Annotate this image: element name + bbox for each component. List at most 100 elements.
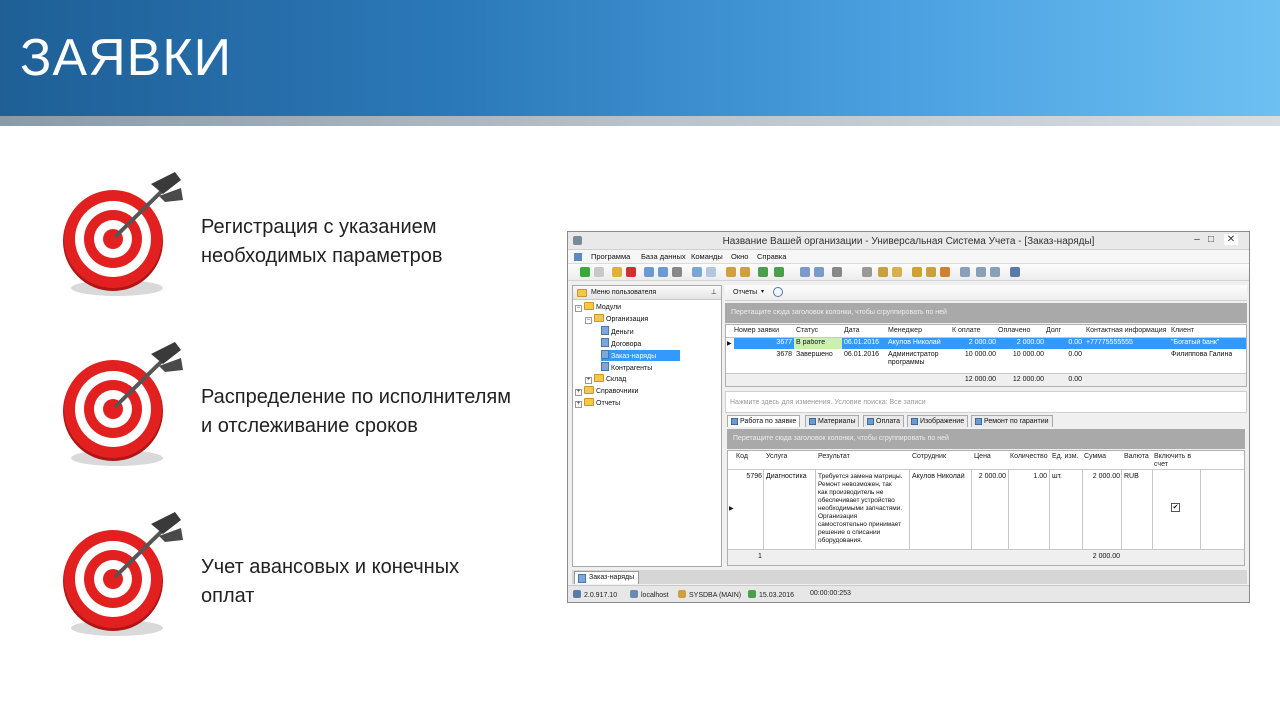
pin-icon[interactable]: ⊥ xyxy=(711,288,717,296)
column-header[interactable]: Клиент xyxy=(1171,327,1194,334)
tab-work[interactable]: Работа по заявке xyxy=(727,415,801,427)
chevron-down-icon[interactable]: ▾ xyxy=(761,288,764,295)
column-header[interactable]: Статус xyxy=(796,327,818,334)
lock-icon[interactable] xyxy=(912,267,922,277)
document-icon xyxy=(601,362,609,371)
calendar-icon[interactable] xyxy=(960,267,970,277)
clock-icon[interactable] xyxy=(773,287,783,297)
cell: Завершено xyxy=(796,351,833,358)
users-icon[interactable] xyxy=(926,267,936,277)
column-header[interactable]: Дата xyxy=(844,327,860,334)
collapse-icon[interactable]: − xyxy=(575,305,582,312)
total-cell: 12 000.00 xyxy=(1012,376,1044,383)
cell: Акулов Николай xyxy=(912,473,965,480)
tab-label: Ремонт по гарантии xyxy=(984,418,1049,425)
menu-item[interactable]: Команды xyxy=(691,252,723,261)
comment-icon[interactable] xyxy=(706,267,716,277)
column-header[interactable]: Результат xyxy=(818,453,850,460)
include-checkbox[interactable]: ✔ xyxy=(1171,503,1180,512)
sort-desc-icon[interactable] xyxy=(740,267,750,277)
tree-label: Справочники xyxy=(596,388,639,395)
column-header[interactable]: Сотрудник xyxy=(912,453,946,460)
menu-item[interactable]: Программа xyxy=(591,252,630,261)
reports-button[interactable]: Отчеты xyxy=(733,289,757,296)
column-header[interactable]: Включить в xyxy=(1154,453,1191,460)
column-header[interactable]: Цена xyxy=(974,453,991,460)
window-icon[interactable] xyxy=(800,267,810,277)
column-header[interactable]: Услуга xyxy=(766,453,787,460)
result-line: Ремонт невозможен, так xyxy=(818,481,892,488)
search-icon[interactable] xyxy=(644,267,654,277)
tab-icon xyxy=(809,418,816,425)
column-header[interactable]: Код xyxy=(736,453,748,460)
note-icon[interactable] xyxy=(892,267,902,277)
menu-item[interactable]: Окно xyxy=(731,252,748,261)
tab-warranty[interactable]: Ремонт по гарантии xyxy=(971,415,1053,427)
collapse-icon[interactable]: − xyxy=(585,317,592,324)
expand-icon[interactable]: + xyxy=(575,389,582,396)
chart-icon[interactable] xyxy=(692,267,702,277)
window2-icon[interactable] xyxy=(814,267,824,277)
sort-icon[interactable] xyxy=(726,267,736,277)
minimize-icon[interactable]: – xyxy=(1190,234,1204,245)
tree-node-organization[interactable]: − Организация xyxy=(585,314,648,325)
expand-icon[interactable]: + xyxy=(585,377,592,384)
refresh-icon[interactable] xyxy=(758,267,768,277)
import-icon[interactable] xyxy=(774,267,784,277)
settings-icon[interactable] xyxy=(940,267,950,277)
maximize-icon[interactable]: □ xyxy=(1204,234,1218,245)
tree-node-reports[interactable]: + Отчеты xyxy=(575,398,620,409)
window-titlebar: Название Вашей организации - Универсальн… xyxy=(568,232,1249,250)
column-header[interactable]: Сумма xyxy=(1084,453,1106,460)
column-header[interactable]: Оплачено xyxy=(998,327,1030,334)
column-header[interactable]: Менеджер xyxy=(888,327,922,334)
cell: 5796 xyxy=(746,473,762,480)
group-panel[interactable]: Перетащите сюда заголовок колонки, чтобы… xyxy=(727,429,1245,449)
column-header[interactable]: Валюта xyxy=(1124,453,1149,460)
copy-icon[interactable] xyxy=(594,267,604,277)
tree-node-money[interactable]: Деньги xyxy=(601,326,634,337)
menu-item[interactable]: База данных xyxy=(641,252,686,261)
menu-item[interactable]: Справка xyxy=(757,252,786,261)
tree-node-references[interactable]: + Справочники xyxy=(575,386,638,397)
preview-icon[interactable] xyxy=(990,267,1000,277)
print-icon[interactable] xyxy=(832,267,842,277)
result-cell: Требуется замена матрицы. Ремонт невозмо… xyxy=(818,473,902,545)
cell: 2 000.00 xyxy=(1092,473,1120,480)
printer-icon[interactable] xyxy=(976,267,986,277)
tab-payment[interactable]: Оплата xyxy=(863,415,905,427)
add-icon[interactable] xyxy=(580,267,590,277)
cell: шт. xyxy=(1052,473,1062,480)
column-header[interactable]: К оплате xyxy=(952,327,981,334)
tools-icon[interactable] xyxy=(862,267,872,277)
tab-orders[interactable]: Заказ-наряды xyxy=(574,571,640,584)
filter-icon[interactable] xyxy=(672,267,682,277)
info-icon[interactable] xyxy=(1010,267,1020,277)
cell: В работе xyxy=(796,339,826,346)
tree-node-modules[interactable]: − Модули xyxy=(575,302,621,313)
cell: 3678 xyxy=(776,351,792,358)
tab-materials[interactable]: Материалы xyxy=(805,415,860,427)
close-icon[interactable]: ✕ xyxy=(1224,234,1238,245)
cell: Филиппова Галина xyxy=(1171,351,1233,358)
column-header[interactable]: счет xyxy=(1154,461,1168,468)
column-header[interactable]: Ед. изм. xyxy=(1052,453,1079,460)
filter-bar[interactable]: Нажмите здесь для изменения. Условие пои… xyxy=(725,391,1247,413)
find-icon[interactable] xyxy=(658,267,668,277)
expand-icon[interactable]: + xyxy=(575,401,582,408)
cell: 06.01.2016 xyxy=(844,339,880,346)
column-header[interactable]: Контактная информация xyxy=(1086,327,1166,334)
edit-icon[interactable] xyxy=(612,267,622,277)
delete-icon[interactable] xyxy=(626,267,636,277)
column-header[interactable]: Номер заявки xyxy=(734,327,779,334)
tree-node-contracts[interactable]: Договора xyxy=(601,338,641,349)
tab-image[interactable]: Изображение xyxy=(907,415,969,427)
group-panel[interactable]: Перетащите сюда заголовок колонки, чтобы… xyxy=(725,303,1247,323)
key-icon[interactable] xyxy=(878,267,888,277)
tree-node-warehouse[interactable]: + Склад xyxy=(585,374,626,385)
column-header[interactable]: Количество xyxy=(1010,453,1048,460)
pane-title: Меню пользователя xyxy=(591,289,657,296)
column-header[interactable]: Долг xyxy=(1046,327,1061,334)
tree-node-contractors[interactable]: Контрагенты xyxy=(601,362,652,373)
tree-node-orders[interactable]: Заказ-наряды xyxy=(601,350,681,361)
